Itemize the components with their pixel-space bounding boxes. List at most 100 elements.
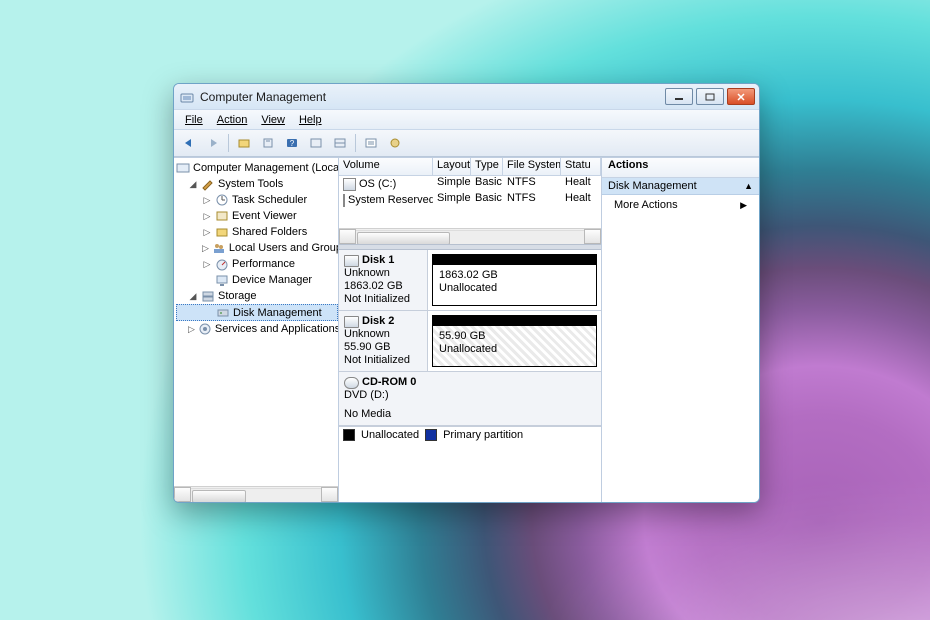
- tree-pane: Computer Management (Local) ◢ System Too…: [174, 158, 339, 502]
- scroll-left-button[interactable]: [339, 229, 356, 244]
- disk-row-1[interactable]: Disk 1 Unknown 1863.02 GB Not Initialize…: [339, 250, 601, 311]
- scroll-track[interactable]: [191, 488, 321, 502]
- tree-local-users[interactable]: ▷ Local Users and Groups: [176, 240, 338, 256]
- folder-icon: [215, 225, 229, 239]
- disk-info: Disk 2 Unknown 55.90 GB Not Initialized: [339, 311, 428, 371]
- scroll-left-button[interactable]: [174, 487, 191, 502]
- volume-scrollbar[interactable]: [339, 228, 601, 244]
- legend-swatch-unallocated: [343, 429, 355, 441]
- tree-services-apps[interactable]: ▷ Services and Applications: [176, 321, 338, 337]
- partition-unallocated[interactable]: 55.90 GB Unallocated: [432, 315, 597, 367]
- col-type[interactable]: Type: [471, 158, 503, 175]
- expand-icon[interactable]: ▷: [202, 195, 212, 205]
- users-icon: [212, 241, 226, 255]
- scroll-thumb[interactable]: [357, 232, 450, 245]
- tree-device-manager[interactable]: Device Manager: [176, 272, 338, 288]
- scroll-right-button[interactable]: [584, 229, 601, 244]
- col-filesystem[interactable]: File System: [503, 158, 561, 175]
- up-button[interactable]: [233, 132, 255, 154]
- tree-task-scheduler[interactable]: ▷ Task Scheduler: [176, 192, 338, 208]
- forward-button[interactable]: [202, 132, 224, 154]
- volume-icon: [343, 194, 345, 207]
- disk-icon: [344, 316, 359, 328]
- computer-icon: [176, 161, 190, 175]
- menu-view[interactable]: View: [254, 112, 292, 128]
- menu-file[interactable]: File: [178, 112, 210, 128]
- scroll-track[interactable]: [356, 230, 584, 244]
- disk-info: CD-ROM 0 DVD (D:) No Media: [339, 372, 601, 425]
- cdrom-icon: [344, 377, 359, 389]
- disk-graphical-view: Disk 1 Unknown 1863.02 GB Not Initialize…: [339, 250, 601, 502]
- legend: Unallocated Primary partition: [339, 426, 601, 443]
- disk-info: Disk 1 Unknown 1863.02 GB Not Initialize…: [339, 250, 428, 310]
- back-button[interactable]: [178, 132, 200, 154]
- volume-row[interactable]: OS (C:) Simple Basic NTFS Healt: [339, 176, 601, 192]
- maximize-button[interactable]: [696, 88, 724, 105]
- partition-area: 1863.02 GB Unallocated: [428, 250, 601, 310]
- menubar: File Action View Help: [174, 109, 759, 130]
- scroll-thumb[interactable]: [192, 490, 246, 503]
- partition-unallocated[interactable]: 1863.02 GB Unallocated: [432, 254, 597, 306]
- actions-header: Actions: [602, 158, 759, 178]
- window-title: Computer Management: [200, 90, 659, 104]
- device-icon: [215, 273, 229, 287]
- tree-storage[interactable]: ◢ Storage: [176, 288, 338, 304]
- actions-group-disk-management[interactable]: Disk Management ▲: [602, 178, 759, 195]
- volume-header: Volume Layout Type File System Statu: [339, 158, 601, 176]
- minimize-button[interactable]: [665, 88, 693, 105]
- actions-pane: Actions Disk Management ▲ More Actions ▶: [602, 158, 759, 502]
- storage-icon: [201, 289, 215, 303]
- partition-color-bar: [433, 316, 596, 326]
- expand-icon[interactable]: ▷: [202, 211, 212, 221]
- partition-color-bar: [433, 255, 596, 265]
- disk-icon: [216, 306, 230, 320]
- expand-icon[interactable]: ▷: [188, 324, 195, 334]
- svg-text:?: ?: [290, 139, 295, 148]
- legend-swatch-primary: [425, 429, 437, 441]
- settings-button[interactable]: [384, 132, 406, 154]
- tree-system-tools[interactable]: ◢ System Tools: [176, 176, 338, 192]
- refresh-button[interactable]: [305, 132, 327, 154]
- legend-label: Unallocated: [361, 429, 419, 441]
- tree: Computer Management (Local) ◢ System Too…: [174, 158, 338, 486]
- toolbar-separator: [228, 134, 229, 152]
- tree-root[interactable]: Computer Management (Local): [176, 160, 338, 176]
- properties-button[interactable]: [257, 132, 279, 154]
- services-icon: [198, 322, 212, 336]
- menu-action[interactable]: Action: [210, 112, 255, 128]
- collapse-icon[interactable]: ◢: [188, 291, 198, 301]
- toolbar: ?: [174, 130, 759, 157]
- col-status[interactable]: Statu: [561, 158, 601, 175]
- help-button[interactable]: ?: [281, 132, 303, 154]
- disk-row-cdrom[interactable]: CD-ROM 0 DVD (D:) No Media: [339, 372, 601, 426]
- app-icon: [180, 90, 194, 104]
- tree-shared-folders[interactable]: ▷ Shared Folders: [176, 224, 338, 240]
- expand-icon[interactable]: ▷: [202, 227, 212, 237]
- computer-management-window: Computer Management File Action View Hel…: [173, 83, 760, 503]
- close-button[interactable]: [727, 88, 755, 105]
- legend-label: Primary partition: [443, 429, 523, 441]
- view-button[interactable]: [329, 132, 351, 154]
- actions-more[interactable]: More Actions ▶: [602, 195, 759, 215]
- tree-performance[interactable]: ▷ Performance: [176, 256, 338, 272]
- collapse-icon[interactable]: ◢: [188, 179, 198, 189]
- window-body: Computer Management (Local) ◢ System Too…: [174, 157, 759, 502]
- titlebar[interactable]: Computer Management: [174, 84, 759, 109]
- tree-disk-management[interactable]: Disk Management: [176, 304, 338, 321]
- center-pane: Volume Layout Type File System Statu OS …: [339, 158, 602, 502]
- event-icon: [215, 209, 229, 223]
- collapse-icon: ▲: [744, 181, 753, 191]
- scroll-right-button[interactable]: [321, 487, 338, 502]
- volume-row[interactable]: System Reserved Simple Basic NTFS Healt: [339, 192, 601, 208]
- col-layout[interactable]: Layout: [433, 158, 471, 175]
- tree-event-viewer[interactable]: ▷ Event Viewer: [176, 208, 338, 224]
- disk-row-2[interactable]: Disk 2 Unknown 55.90 GB Not Initialized …: [339, 311, 601, 372]
- menu-help[interactable]: Help: [292, 112, 329, 128]
- expand-icon[interactable]: ▷: [202, 243, 209, 253]
- chevron-right-icon: ▶: [740, 200, 747, 211]
- action-list-button[interactable]: [360, 132, 382, 154]
- tree-scrollbar[interactable]: [174, 486, 338, 502]
- expand-icon[interactable]: ▷: [202, 259, 212, 269]
- toolbar-separator: [355, 134, 356, 152]
- col-volume[interactable]: Volume: [339, 158, 433, 175]
